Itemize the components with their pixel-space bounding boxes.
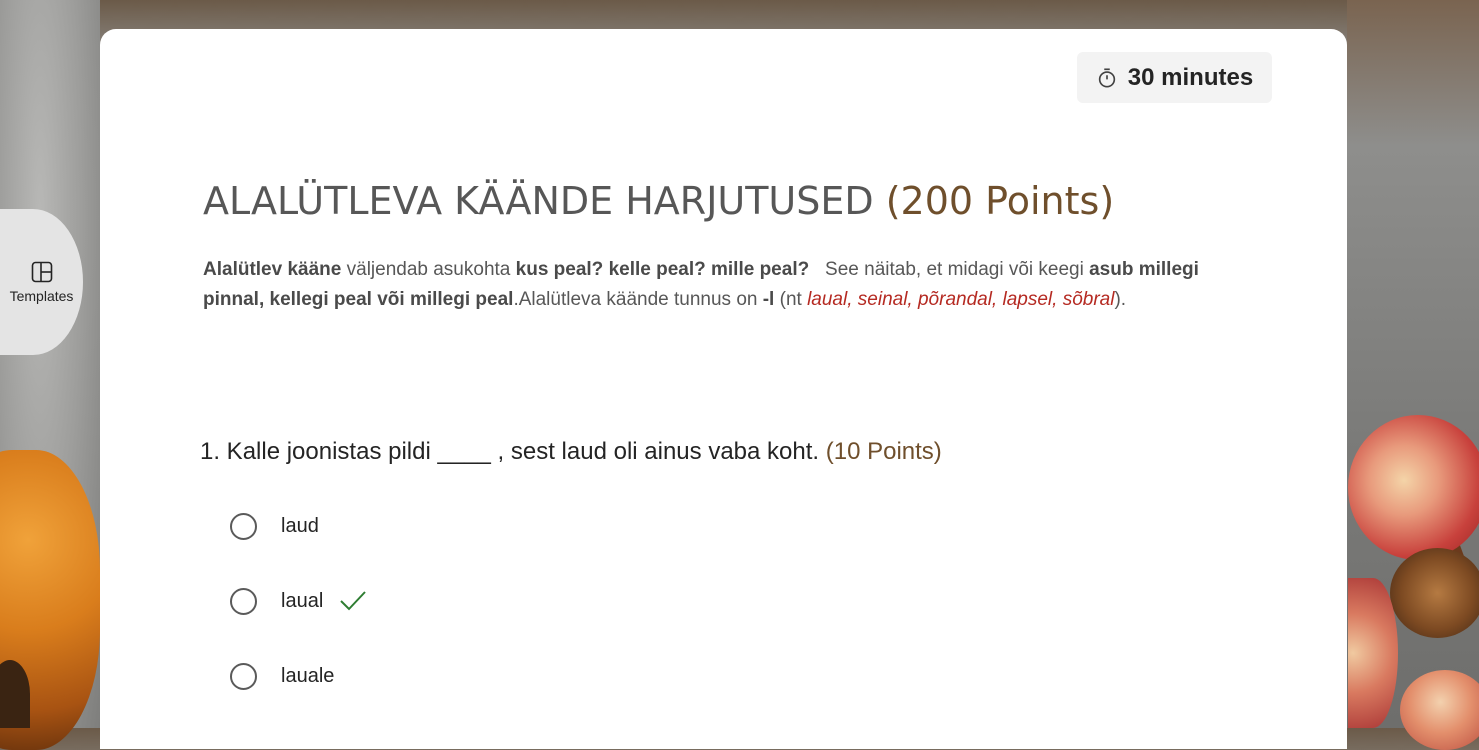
quiz-title-points: (200 Points) — [885, 179, 1115, 223]
background-apple — [1348, 415, 1479, 560]
option-laual[interactable]: laual — [230, 585, 367, 617]
option-label: laual — [281, 589, 324, 612]
timer-badge: 30 minutes — [1077, 52, 1272, 103]
desc-text: väljendab asukohta — [341, 259, 516, 280]
background-apple — [1400, 670, 1479, 750]
desc-text: See näitab, et midagi või keegi — [809, 259, 1090, 280]
radio-button[interactable] — [230, 587, 257, 615]
question-title: 1. Kalle joonistas pildi ____ , sest lau… — [200, 438, 942, 466]
background-walnut — [1390, 548, 1479, 638]
option-label: laud — [281, 514, 319, 537]
desc-bold: -l — [762, 289, 775, 310]
quiz-card: 30 minutes ALALÜTLEVA KÄÄNDE HARJUTUSED … — [100, 29, 1347, 749]
background-apple — [1348, 578, 1398, 728]
radio-button[interactable] — [230, 512, 257, 540]
quiz-description: Alalütlev kääne väljendab asukohta kus p… — [203, 255, 1223, 315]
desc-bold: Alalütlev kääne — [203, 259, 342, 280]
option-lauale[interactable]: lauale — [230, 660, 334, 692]
desc-examples: laual, seinal, põrandal, lapsel, sõbral — [807, 289, 1115, 310]
checkmark-icon — [340, 591, 366, 611]
templates-label: Templates — [9, 288, 74, 304]
question-points: (10 Points) — [825, 438, 942, 465]
desc-text: (nt — [774, 289, 808, 310]
desc-bold: kus peal? kelle peal? mille peal? — [515, 259, 810, 280]
quiz-title: ALALÜTLEVA KÄÄNDE HARJUTUSED (200 Points… — [203, 179, 1114, 223]
timer-label: 30 minutes — [1127, 63, 1254, 91]
desc-text: ). — [1114, 289, 1127, 310]
desc-text: .Alalütleva käände tunnus on — [513, 289, 763, 310]
option-laud[interactable]: laud — [230, 510, 319, 542]
radio-button[interactable] — [230, 662, 257, 690]
quiz-title-text: ALALÜTLEVA KÄÄNDE HARJUTUSED — [203, 179, 874, 223]
templates-icon — [31, 261, 52, 283]
question-text: 1. Kalle joonistas pildi ____ , sest lau… — [200, 438, 820, 465]
stopwatch-icon — [1098, 67, 1115, 88]
option-label: lauale — [281, 664, 335, 687]
